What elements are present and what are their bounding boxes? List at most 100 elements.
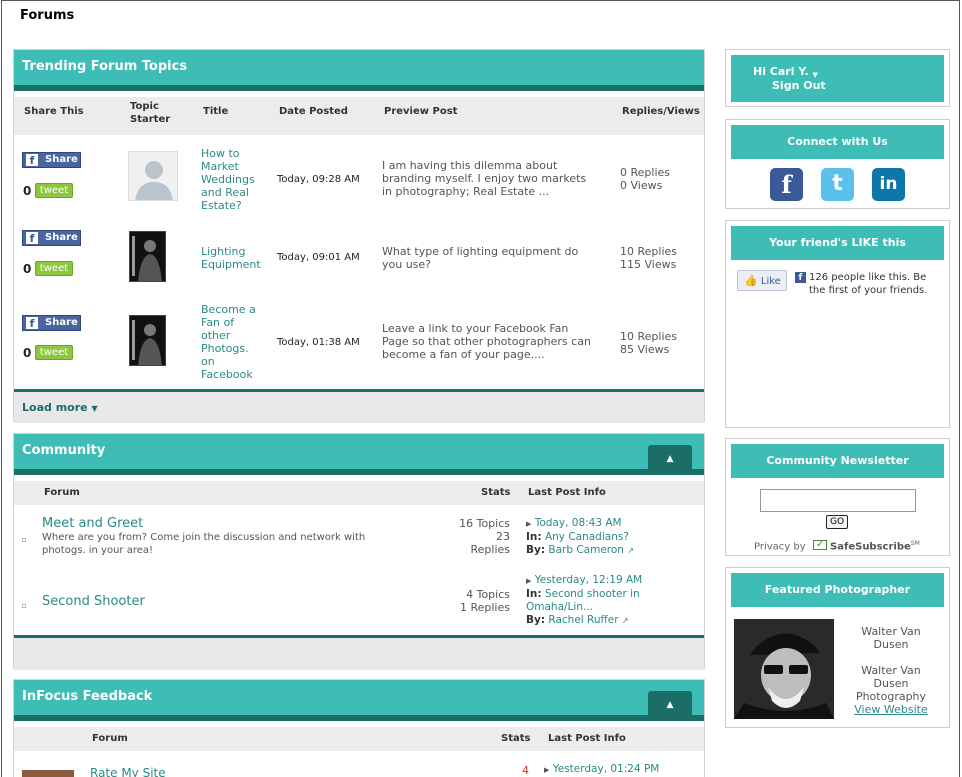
external-link-icon: ↗ [627, 546, 635, 555]
facebook-small-icon: f [795, 272, 806, 283]
chevron-up-icon: ▲ [666, 700, 674, 710]
trending-header: Trending Forum Topics [14, 50, 704, 91]
chevron-up-icon: ▲ [666, 454, 674, 464]
last-post-date-link[interactable]: Yesterday, 12:19 AM [535, 574, 643, 586]
col-replies-views: Replies/Views [622, 106, 700, 117]
forum-bullet-icon [22, 538, 26, 542]
community-panel: Community ▲ Forum Stats Last Post Info M… [13, 433, 705, 670]
feedback-header: InFocus Feedback ▲ [14, 680, 704, 721]
go-button[interactable]: GO [826, 515, 848, 529]
forum-bullet-icon [22, 604, 26, 608]
linkedin-icon[interactable]: in [872, 168, 905, 201]
collapse-button[interactable]: ▲ [648, 445, 692, 475]
last-post-date-link[interactable]: Yesterday, 01:24 PM [553, 763, 660, 775]
last-topic-link-continued[interactable]: Omaha/Lin... [526, 601, 696, 614]
load-more-link[interactable]: Load more ▼ [22, 401, 98, 414]
last-user-link[interactable]: Rachel Ruffer [548, 614, 618, 626]
friends-box: Your friend's LIKE this 👍 Like f 126 peo… [725, 220, 950, 428]
date-posted: Today, 09:01 AM [277, 252, 360, 263]
collapse-button[interactable]: ▲ [648, 691, 692, 721]
replies-views: 10 Replies 115 Views [620, 245, 678, 271]
arrow-right-icon: ▶ [526, 577, 532, 585]
col-stats: Stats [501, 733, 531, 744]
col-last-post: Last Post Info [528, 487, 606, 498]
col-title: Title [203, 106, 229, 117]
community-header: Community ▲ [14, 434, 704, 475]
col-last-post: Last Post Info [548, 733, 626, 744]
facebook-icon: f [26, 232, 38, 245]
topic-title-link[interactable]: Become a Fan of other Photogs. on Facebo… [201, 303, 271, 381]
avatar[interactable] [129, 231, 166, 282]
date-posted: Today, 09:28 AM [277, 174, 360, 185]
facebook-icon: f [26, 317, 38, 330]
topic-title-link[interactable]: How to Market Weddings and Real Estate? [201, 147, 271, 212]
view-website-link[interactable]: View Website [846, 703, 936, 716]
connect-title: Connect with Us [731, 125, 944, 159]
facebook-share-button[interactable]: f Share [22, 152, 81, 168]
forum-link[interactable]: Second Shooter [42, 594, 145, 609]
external-link-icon: ↗ [621, 616, 629, 625]
tweet-count: 0 [23, 346, 32, 360]
sign-out-link[interactable]: Sign Out [772, 79, 826, 92]
last-topic-link[interactable]: Any Canadians? [545, 531, 629, 543]
safesubscribe-brand: SafeSubscribe [830, 541, 911, 553]
forum-link[interactable]: Meet and Greet [42, 516, 143, 531]
default-avatar-icon [135, 161, 173, 200]
forum-description: Where are you from? Come join the discus… [42, 532, 366, 556]
facebook-share-button[interactable]: f Share [22, 230, 81, 246]
col-preview-post: Preview Post [384, 106, 458, 117]
user-menu[interactable]: Hi Carl Y. ▼ [753, 65, 818, 79]
page-title: Forums [20, 8, 75, 23]
col-stats: Stats [481, 487, 511, 498]
photographer-avatar-icon [132, 320, 162, 365]
forum-stats: 16 Topics 23 Replies [459, 517, 510, 556]
featured-studio: Walter Van Dusen Photography [855, 664, 927, 703]
tweet-button[interactable]: tweet [35, 261, 73, 276]
facebook-icon[interactable]: f [770, 168, 803, 201]
col-forum: Forum [44, 487, 80, 498]
privacy-line: Privacy by ✓ SafeSubscribeSM [754, 539, 920, 553]
col-share-this: Share This [24, 106, 84, 117]
avatar[interactable] [128, 151, 178, 201]
tweet-button[interactable]: tweet [35, 345, 73, 360]
photographer-avatar-icon [132, 236, 162, 281]
featured-photo[interactable] [734, 619, 834, 719]
user-box: Hi Carl Y. ▼ Sign Out [725, 49, 950, 107]
forum-stats: 4 Topics 1 Replies [459, 588, 510, 614]
community-footer [14, 638, 704, 670]
avatar[interactable] [129, 315, 166, 366]
newsletter-email-input[interactable] [760, 489, 916, 512]
like-button[interactable]: 👍 Like [737, 270, 787, 291]
chevron-down-icon: ▼ [812, 71, 818, 79]
col-date-posted: Date Posted [279, 106, 348, 117]
photographer-portrait-icon [734, 619, 834, 719]
last-user-link[interactable]: Barb Cameron [548, 544, 624, 556]
feedback-title: InFocus Feedback [22, 689, 153, 704]
replies-views: 0 Replies 0 Views [620, 166, 671, 192]
last-post-info: ▶ Yesterday, 12:19 AM In: Second shooter… [526, 574, 696, 627]
community-title: Community [22, 443, 106, 458]
twitter-icon[interactable]: t [821, 168, 854, 201]
facebook-icon: f [26, 154, 38, 167]
friends-title: Your friend's LIKE this [731, 226, 944, 260]
last-post-info: ▶ Yesterday, 01:24 PM [544, 763, 659, 777]
replies-views: 10 Replies 85 Views [620, 330, 678, 356]
forum-link[interactable]: Rate My Site [90, 767, 166, 777]
facebook-share-button[interactable]: f Share [22, 315, 81, 331]
trending-title: Trending Forum Topics [22, 59, 188, 74]
col-topic-starter: Topic Starter [130, 101, 171, 125]
last-post-info: ▶ Today, 08:43 AM In: Any Canadians? By:… [526, 517, 635, 556]
safesubscribe-icon: ✓ [812, 539, 827, 551]
forum-stats: 4 [522, 764, 529, 777]
date-posted: Today, 01:38 AM [277, 337, 360, 348]
last-topic-link[interactable]: Second shooter in [545, 588, 640, 600]
col-forum: Forum [92, 733, 128, 744]
last-post-date-link[interactable]: Today, 08:43 AM [535, 517, 622, 529]
preview-post: Leave a link to your Facebook Fan Page s… [382, 322, 591, 361]
tweet-button[interactable]: tweet [35, 183, 73, 198]
topic-title-link[interactable]: Lighting Equipment [201, 245, 271, 271]
feedback-column-header: Forum Stats Last Post Info [14, 727, 704, 751]
preview-post: I am having this dilemma about branding … [382, 159, 587, 198]
featured-title: Featured Photographer [731, 573, 944, 607]
featured-name: Walter Van Dusen [861, 625, 921, 651]
